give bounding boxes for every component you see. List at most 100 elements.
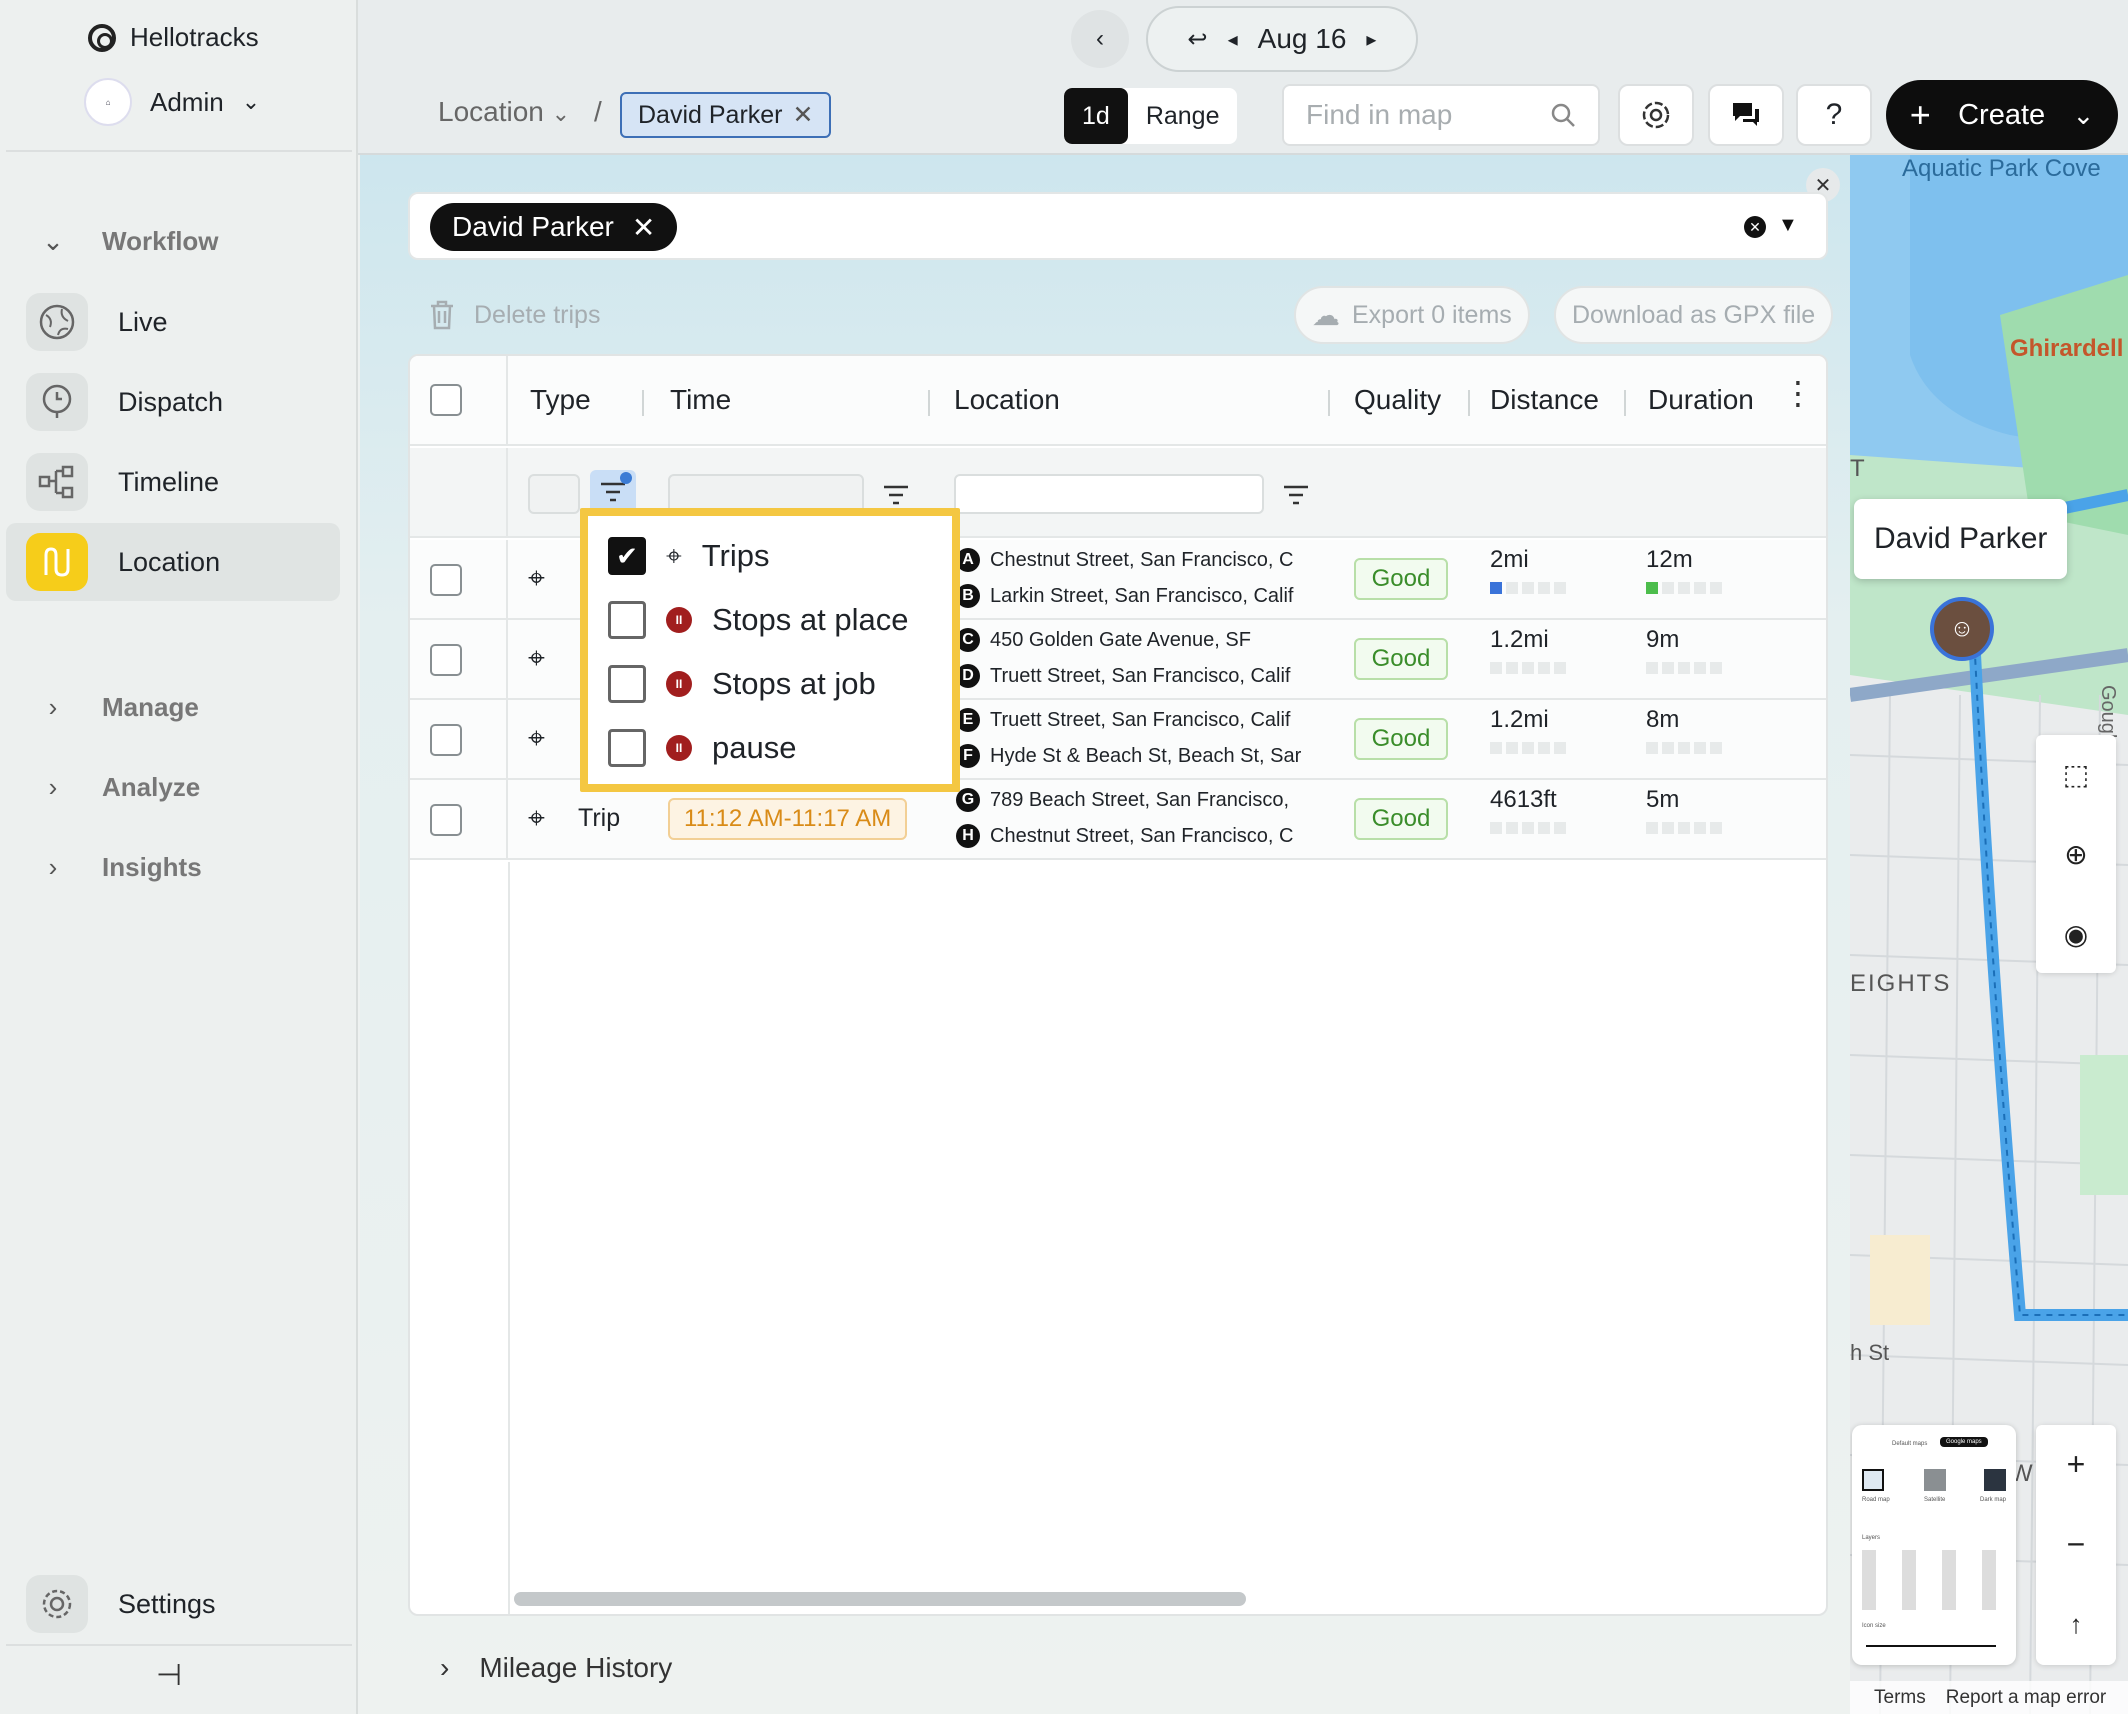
column-resizer[interactable] <box>1328 390 1330 416</box>
type-filter-input[interactable] <box>528 474 580 514</box>
person-chip-label: David Parker <box>452 211 614 242</box>
select-all-checkbox[interactable] <box>430 384 462 416</box>
from-location: 450 Golden Gate Avenue, SF <box>990 628 1251 651</box>
checkbox[interactable] <box>608 601 646 639</box>
map-style-panel[interactable]: Default maps Google maps Road map Satell… <box>1852 1425 2016 1665</box>
person-avatar-marker[interactable]: ☺ <box>1930 597 1994 661</box>
chat-button[interactable] <box>1708 84 1784 146</box>
range-range-button[interactable]: Range <box>1128 88 1238 144</box>
sidebar-item-location[interactable]: Location <box>6 523 340 601</box>
filter-icon[interactable] <box>882 484 910 506</box>
ai-assistant-button[interactable] <box>1618 84 1694 146</box>
duration-value: 9m <box>1646 626 1680 653</box>
checkbox-checked[interactable]: ✔ <box>608 537 646 575</box>
column-menu-icon[interactable]: ⋮ <box>1782 374 1814 412</box>
pin-sidebar-icon[interactable]: ⊣ <box>156 1658 182 1693</box>
sidebar-item-label: Settings <box>118 1588 216 1619</box>
row-checkbox[interactable] <box>430 724 462 756</box>
find-in-map-input[interactable]: Find in map <box>1282 84 1600 146</box>
satellite-thumb[interactable] <box>1924 1469 1946 1491</box>
sidebar-item-dispatch[interactable]: Dispatch <box>6 363 340 441</box>
eye-icon[interactable]: ◉ <box>2036 895 2116 973</box>
dark-map-thumb[interactable] <box>1984 1469 2006 1491</box>
terms-link[interactable]: Terms <box>1874 1687 1926 1709</box>
distance-bar <box>1490 822 1566 834</box>
sidebar-item-timeline[interactable]: Timeline <box>6 443 340 521</box>
breadcrumb-separator: / <box>594 96 602 127</box>
search-placeholder: Find in map <box>1306 99 1453 130</box>
to-location: Hyde St & Beach St, Beach St, Sar <box>990 744 1302 767</box>
caret-right-icon[interactable]: ▸ <box>1366 27 1376 52</box>
zoom-in-button[interactable]: + <box>2036 1425 2116 1503</box>
section-manage[interactable]: › Manage <box>40 692 199 723</box>
account-switcher[interactable]: ⌂ Admin ⌄ <box>84 78 260 126</box>
column-resizer[interactable] <box>1624 390 1626 416</box>
zoom-out-button[interactable]: − <box>2036 1505 2116 1583</box>
add-place-icon[interactable]: ⊕ <box>2036 815 2116 893</box>
caret-down-icon[interactable]: ▼ <box>1778 214 1798 237</box>
chat-icon <box>1733 103 1759 126</box>
column-header-type[interactable]: Type <box>530 384 591 416</box>
sidebar: Hellotracks ⌂ Admin ⌄ ⌄ Workflow Live Di… <box>0 0 358 1714</box>
menu-item-stops-at-job[interactable]: II Stops at job <box>608 654 876 714</box>
select-area-icon[interactable]: ⬚ <box>2036 735 2116 813</box>
breadcrumb-chip[interactable]: David Parker ✕ <box>620 92 832 138</box>
map-marker-label[interactable]: David Parker <box>1854 499 2068 579</box>
mini-label: Dark map <box>1980 1497 2007 1503</box>
duration-bar <box>1646 822 1722 834</box>
map-label: EIGHTS <box>1850 970 1952 997</box>
previous-day-button[interactable]: ‹ <box>1071 10 1129 68</box>
close-icon[interactable]: ✕ <box>793 100 814 130</box>
menu-item-trips[interactable]: ✔ ⌖ Trips <box>608 526 770 586</box>
export-button[interactable]: ☁ Export 0 items <box>1294 286 1530 344</box>
horizontal-scrollbar[interactable] <box>514 1592 1246 1606</box>
mini-label[interactable]: Default maps <box>1892 1441 1927 1447</box>
road-map-thumb[interactable] <box>1862 1469 1884 1491</box>
column-resizer[interactable] <box>642 390 644 416</box>
section-insights[interactable]: › Insights <box>40 852 202 883</box>
help-button[interactable]: ? <box>1796 84 1872 146</box>
column-header-quality[interactable]: Quality <box>1354 384 1441 416</box>
filter-icon[interactable] <box>1282 484 1310 506</box>
column-header-duration[interactable]: Duration <box>1648 384 1754 416</box>
compass-north-button[interactable]: ↑ <box>2036 1585 2116 1663</box>
sidebar-item-settings[interactable]: Settings <box>6 1565 340 1643</box>
caret-left-icon[interactable]: ◂ <box>1228 27 1238 52</box>
menu-item-stops-at-place[interactable]: II Stops at place <box>608 590 908 650</box>
clear-filter-icon[interactable]: ✕ <box>1744 216 1766 238</box>
mileage-history-toggle[interactable]: › Mileage History <box>440 1652 672 1684</box>
section-analyze[interactable]: › Analyze <box>40 772 201 803</box>
column-resizer[interactable] <box>1468 390 1470 416</box>
row-checkbox[interactable] <box>430 564 462 596</box>
checkbox[interactable] <box>608 729 646 767</box>
mini-label[interactable]: Google maps <box>1940 1437 1988 1447</box>
icon-size-slider[interactable] <box>1866 1645 1996 1647</box>
close-icon[interactable]: ✕ <box>632 211 655 244</box>
person-chip[interactable]: David Parker ✕ <box>430 203 678 251</box>
row-checkbox[interactable] <box>430 644 462 676</box>
report-map-error-link[interactable]: Report a map error <box>1946 1687 2107 1709</box>
map-view[interactable]: Aquatic Park Cove Ghirardell T EIGHTS h … <box>1850 155 2128 1714</box>
download-gpx-button[interactable]: Download as GPX file <box>1554 286 1834 344</box>
delete-trips-button[interactable]: Delete trips <box>428 286 600 344</box>
column-resizer[interactable] <box>928 390 930 416</box>
layer-icons[interactable] <box>1862 1550 2006 1610</box>
location-filter-input[interactable] <box>954 474 1264 514</box>
quality-badge: Good <box>1354 558 1448 600</box>
sidebar-item-live[interactable]: Live <box>6 283 340 361</box>
range-1d-button[interactable]: 1d <box>1064 88 1128 144</box>
sidebar-item-label: Timeline <box>118 466 220 497</box>
column-header-time[interactable]: Time <box>670 384 731 416</box>
breadcrumb-location[interactable]: Location ⌄ <box>438 96 570 128</box>
menu-item-pause[interactable]: II pause <box>608 718 796 778</box>
create-button[interactable]: + Create ⌄ <box>1886 80 2118 150</box>
column-header-location[interactable]: Location <box>954 384 1060 416</box>
row-checkbox[interactable] <box>430 804 462 836</box>
date-picker[interactable]: ↩ ◂ Aug 16 ▸ <box>1146 6 1418 72</box>
reset-date-icon[interactable]: ↩ <box>1188 25 1208 54</box>
table-row[interactable]: ⌖ Trip 11:12 AM-11:17 AM G 789 Beach Stre… <box>410 780 1826 860</box>
checkbox[interactable] <box>608 665 646 703</box>
section-workflow[interactable]: ⌄ Workflow <box>40 226 218 257</box>
trip-pins-icon: ⌖ <box>528 642 545 675</box>
column-header-distance[interactable]: Distance <box>1490 384 1599 416</box>
